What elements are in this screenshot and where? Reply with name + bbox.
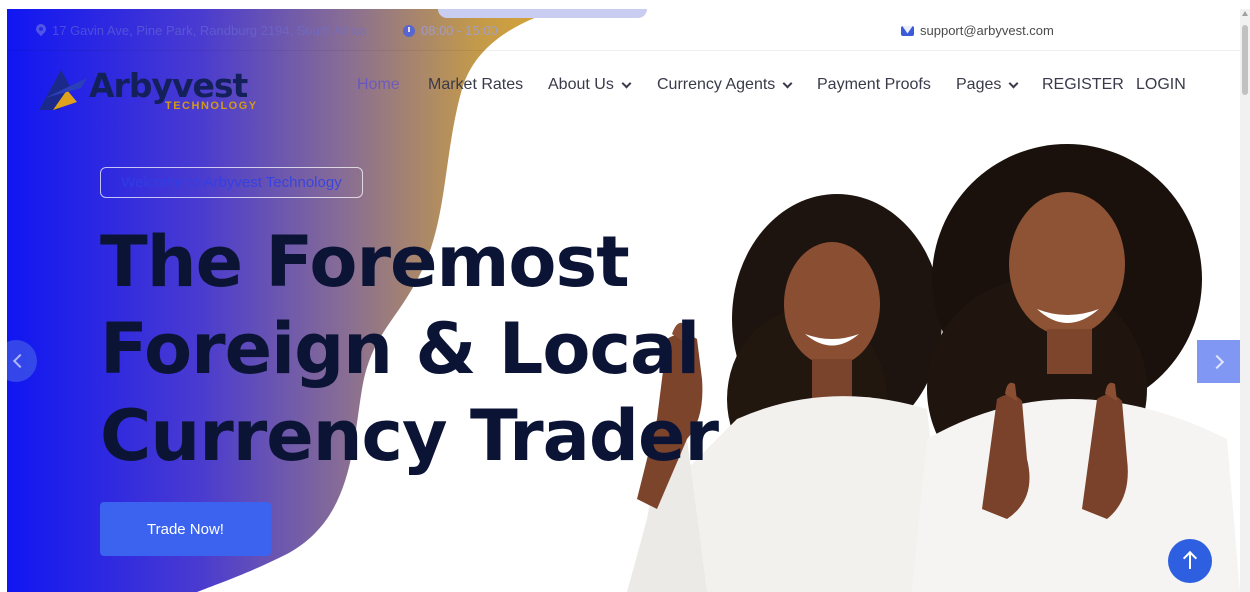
nav-register[interactable]: REGISTER: [1042, 76, 1124, 94]
arrow-up-icon: [1189, 553, 1191, 569]
nav-payment-proofs-label: Payment Proofs: [817, 76, 931, 93]
headline-line-1: The Foremost: [100, 221, 630, 303]
chevron-down-icon: [621, 78, 632, 88]
hours-text: 08:00 - 15:00: [421, 23, 498, 38]
page-scrollbar[interactable]: [1240, 9, 1250, 592]
nav-about-us-label: About Us: [548, 76, 614, 93]
nav-register-label: REGISTER: [1042, 76, 1124, 93]
trade-now-button[interactable]: Trade Now!: [100, 502, 271, 556]
chevron-right-icon: [1209, 354, 1224, 369]
nav-currency-agents-label: Currency Agents: [657, 76, 776, 93]
chevron-left-icon: [12, 353, 28, 369]
nav-currency-agents[interactable]: Currency Agents: [657, 76, 793, 94]
hours-info: 08:00 - 15:00: [403, 23, 498, 38]
nav-about-us[interactable]: About Us: [548, 76, 632, 94]
logo-mark-icon: [39, 70, 87, 110]
address-info: 17 Gavin Ave, Pine Park, Randburg 2194, …: [36, 23, 367, 38]
nav-pages-label: Pages: [956, 76, 1002, 93]
slider-next-button[interactable]: [1197, 340, 1240, 383]
scroll-up-arrow-icon[interactable]: [1242, 11, 1248, 16]
scrollbar-thumb[interactable]: [1242, 25, 1248, 95]
nav-market-rates[interactable]: Market Rates: [428, 76, 523, 94]
clock-icon: [403, 24, 415, 37]
mail-icon: [901, 25, 914, 36]
nav-pages[interactable]: Pages: [956, 76, 1019, 94]
chevron-down-icon: [1008, 78, 1019, 88]
email-text[interactable]: support@arbyvest.com: [920, 23, 1054, 38]
brand-tagline: TECHNOLOGY: [165, 100, 258, 112]
chevron-down-icon: [782, 78, 793, 88]
nav-payment-proofs[interactable]: Payment Proofs: [817, 76, 931, 94]
nav-login[interactable]: LOGIN: [1136, 76, 1186, 94]
scroll-to-top-button[interactable]: [1168, 539, 1212, 583]
map-pin-icon: [36, 24, 46, 37]
address-text: 17 Gavin Ave, Pine Park, Randburg 2194, …: [52, 23, 367, 38]
headline-line-2: Foreign & Local: [100, 308, 700, 390]
hero-headline: The Foremost Foreign & Local Currency Tr…: [100, 219, 740, 480]
nav-login-label: LOGIN: [1136, 76, 1186, 93]
welcome-badge: Welcome to Arbyvest Technology: [100, 167, 363, 198]
nav-home-label: Home: [357, 76, 400, 93]
nav-home[interactable]: Home: [357, 76, 400, 94]
top-info-bar: 17 Gavin Ave, Pine Park, Randburg 2194, …: [7, 9, 1240, 51]
headline-line-3: Currency Trader: [100, 395, 719, 477]
email-link[interactable]: support@arbyvest.com: [901, 23, 1054, 38]
nav-market-rates-label: Market Rates: [428, 76, 524, 93]
page: 17 Gavin Ave, Pine Park, Randburg 2194, …: [7, 9, 1240, 592]
brand-logo[interactable]: Arbyvest TECHNOLOGY: [37, 64, 257, 114]
